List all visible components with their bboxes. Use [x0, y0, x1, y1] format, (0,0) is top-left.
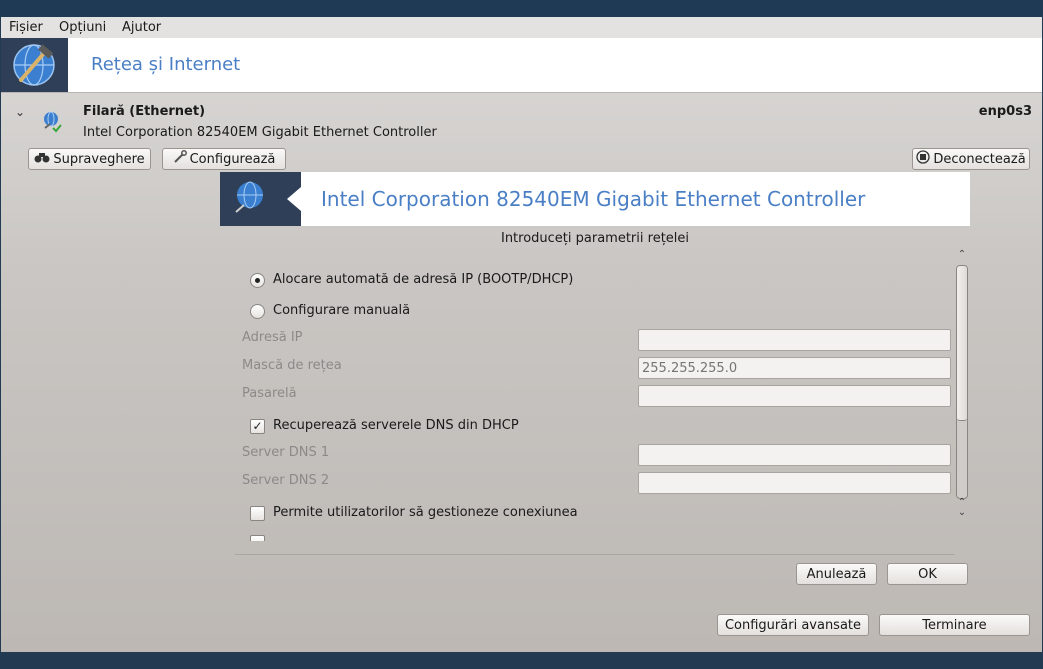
cancel-button[interactable]: Anulează [796, 563, 877, 585]
finish-label: Terminare [922, 617, 987, 633]
binoculars-icon [34, 151, 50, 167]
disconnect-button[interactable]: Deconectează [912, 148, 1030, 170]
allow-users-checkbox[interactable] [250, 506, 265, 521]
wrench-icon [173, 150, 187, 168]
manual-config-label: Configurare manuală [273, 303, 411, 318]
configure-label: Configurează [189, 151, 276, 167]
settings-form: Alocare automată de adresă IP (BOOTP/DHC… [220, 251, 955, 541]
menu-file[interactable]: Fișier [9, 20, 43, 35]
dns-dhcp-checkbox[interactable]: ✓ [250, 419, 265, 434]
finish-button[interactable]: Terminare [879, 614, 1030, 636]
monitor-button[interactable]: Supraveghere [28, 148, 151, 170]
netmask-label: Mască de rețea [242, 358, 342, 373]
scroll-up-icon[interactable]: ⌃ [955, 249, 969, 260]
dialog-header-pointer [287, 187, 301, 211]
network-settings-dialog: Intel Corporation 82540EM Gigabit Ethern… [220, 169, 970, 585]
dns2-field[interactable] [638, 472, 951, 494]
app-banner: Rețea și Internet [1, 38, 1042, 93]
scroll-down-icon[interactable]: ⌄ [955, 507, 969, 518]
banner-pointer [68, 53, 82, 77]
dns-dhcp-label: Recuperează serverele DNS din DHCP [273, 418, 519, 433]
cancel-label: Anulează [806, 566, 867, 582]
app-window: Fișier Opțiuni Ajutor Rețea și Internet … [1, 17, 1042, 652]
dns2-label: Server DNS 2 [242, 473, 330, 488]
tools-globe-icon [1, 38, 68, 92]
netmask-field[interactable] [638, 357, 951, 379]
gateway-field[interactable] [638, 385, 951, 407]
chevron-down-icon[interactable]: ⌄ [15, 105, 25, 119]
disconnect-label: Deconectează [933, 151, 1026, 167]
menubar: Fișier Opțiuni Ajutor [1, 17, 1042, 38]
menu-help[interactable]: Ajutor [122, 20, 161, 35]
ip-address-label: Adresă IP [242, 330, 303, 345]
advanced-settings-button[interactable]: Configurări avansate [717, 614, 869, 636]
auto-ip-radio[interactable] [250, 273, 265, 288]
dialog-title: Intel Corporation 82540EM Gigabit Ethern… [321, 187, 866, 211]
configure-button[interactable]: Configurează [162, 148, 286, 170]
menu-options[interactable]: Opțiuni [59, 20, 106, 35]
ok-button[interactable]: OK [887, 563, 968, 585]
dns1-label: Server DNS 1 [242, 445, 330, 460]
desktop-bottom-strip [0, 652, 1043, 669]
scroll-thumb[interactable] [957, 266, 967, 421]
monitor-label: Supraveghere [53, 151, 145, 167]
manual-config-radio[interactable] [250, 304, 265, 319]
form-scrollbar[interactable]: ⌃ ⌃ ⌄ [955, 249, 969, 541]
scroll-track[interactable] [956, 265, 968, 499]
dialog-subtitle: Introduceți parametrii rețelei [500, 231, 690, 246]
stop-icon [916, 150, 930, 168]
interface-name: enp0s3 [978, 104, 1032, 119]
connection-title: Filară (Ethernet) [83, 104, 206, 119]
dns1-field[interactable] [638, 444, 951, 466]
page-title: Rețea și Internet [91, 54, 241, 75]
auto-ip-label: Alocare automată de adresă IP (BOOTP/DHC… [273, 272, 574, 287]
next-option-checkbox[interactable] [250, 535, 265, 541]
gateway-label: Pasarelă [242, 386, 297, 401]
allow-users-label: Permite utilizatorilor să gestioneze con… [273, 505, 578, 520]
connection-description: Intel Corporation 82540EM Gigabit Ethern… [83, 125, 437, 140]
ip-address-field[interactable] [638, 329, 951, 351]
advanced-settings-label: Configurări avansate [724, 617, 862, 633]
dialog-header: Intel Corporation 82540EM Gigabit Ethern… [220, 172, 970, 226]
network-connected-icon [39, 109, 63, 137]
ok-label: OK [918, 566, 937, 582]
desktop-top-strip [0, 0, 1043, 17]
dialog-separator [235, 554, 955, 555]
